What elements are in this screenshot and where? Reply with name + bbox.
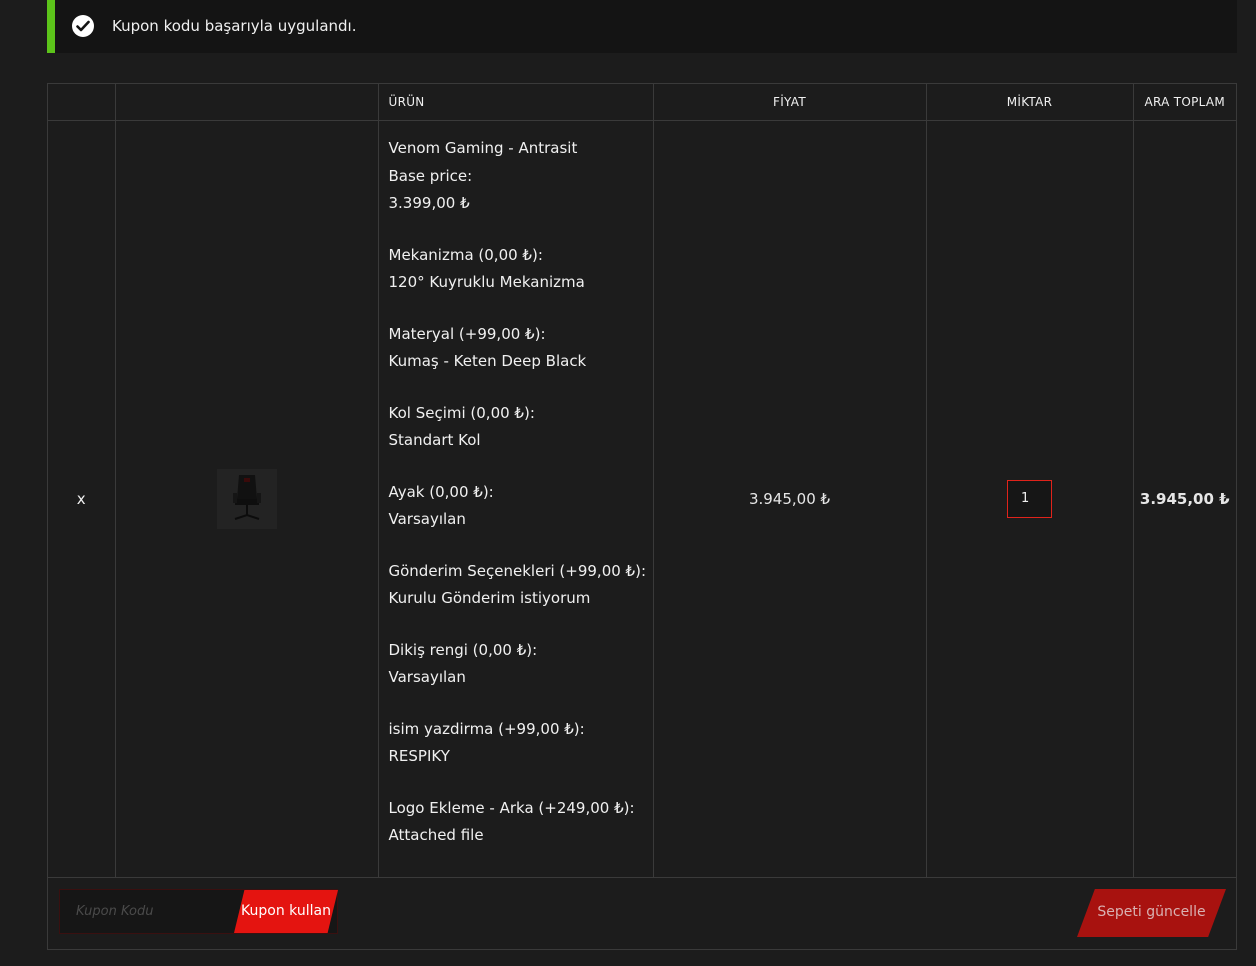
option-value: Kurulu Gönderim istiyorum (388, 589, 591, 607)
option-value: RESPIKY (388, 747, 450, 765)
option-ayak: Ayak (0,00 ₺): Varsayılan (389, 479, 653, 534)
apply-coupon-button[interactable]: Kupon kullan (234, 890, 338, 933)
option-gonderim: Gönderim Seçenekleri (+99,00 ₺): Kurulu … (389, 558, 653, 613)
item-subtotal: 3.945,00 ₺ (1133, 120, 1236, 878)
option-dikis-rengi: Dikiş rengi (0,00 ₺): Varsayılan (389, 637, 653, 692)
thumbnail-cell (115, 120, 379, 878)
cart-actions: Kupon Kodu Kupon kullan Sepeti güncelle (48, 878, 1236, 948)
remove-item-button[interactable]: x (48, 120, 116, 878)
product-name[interactable]: Venom Gaming - Antrasit (389, 135, 653, 163)
option-label: Mekanizma (0,00 ₺): (388, 245, 543, 264)
table-row: x Venom Gaming - Antrasit Base price: 3.… (48, 120, 1236, 878)
table-header-row: ÜRÜN FİYAT MİKTAR ARA TOPLAM (48, 84, 1236, 121)
gaming-chair-image (216, 469, 277, 529)
option-value[interactable]: Attached file (389, 822, 653, 850)
header-remove (48, 84, 116, 121)
option-base-price: Base price: 3.399,00 ₺ (389, 163, 653, 218)
option-value: Standart Kol (388, 431, 481, 449)
header-product: ÜRÜN (378, 84, 654, 121)
item-price: 3.945,00 ₺ (653, 120, 927, 878)
cart-table: ÜRÜN FİYAT MİKTAR ARA TOPLAM x Venom Gam… (48, 84, 1236, 878)
option-materyal: Materyal (+99,00 ₺): Kumaş - Keten Deep … (389, 321, 653, 376)
quantity-cell: 1 (926, 120, 1134, 878)
option-value: 3.399,00 ₺ (388, 194, 470, 212)
option-label: isim yazdirma (+99,00 ₺): (388, 719, 585, 738)
option-value: Kumaş - Keten Deep Black (388, 352, 587, 370)
success-notice: Kupon kodu başarıyla uygulandı. (47, 0, 1237, 53)
notice-message: Kupon kodu başarıyla uygulandı. (112, 17, 357, 35)
coupon-form: Kupon Kodu Kupon kullan (59, 889, 338, 934)
option-isim-yazdirma: isim yazdirma (+99,00 ₺): RESPIKY (389, 716, 653, 771)
option-label: Logo Ekleme - Arka (+249,00 ₺): (388, 798, 635, 817)
option-value: Varsayılan (388, 510, 466, 528)
product-details: Venom Gaming - Antrasit Base price: 3.39… (378, 120, 654, 878)
option-label: Materyal (+99,00 ₺): (388, 324, 546, 343)
option-label: Ayak (0,00 ₺): (388, 482, 494, 501)
check-circle-icon (72, 15, 94, 37)
header-price: FİYAT (653, 84, 927, 121)
option-logo-ekleme: Logo Ekleme - Arka (+249,00 ₺): Attached… (389, 795, 653, 850)
option-label: Dikiş rengi (0,00 ₺): (388, 640, 538, 659)
header-subtotal: ARA TOPLAM (1133, 84, 1236, 121)
update-cart-button[interactable]: Sepeti güncelle (1077, 889, 1226, 937)
cart-table-wrapper: ÜRÜN FİYAT MİKTAR ARA TOPLAM x Venom Gam… (47, 83, 1237, 950)
header-quantity: MİKTAR (926, 84, 1134, 121)
option-value: Varsayılan (388, 668, 466, 686)
product-thumbnail[interactable] (216, 469, 277, 529)
option-label: Gönderim Seçenekleri (+99,00 ₺): (388, 561, 647, 580)
coupon-code-input[interactable]: Kupon Kodu (76, 904, 154, 919)
option-label: Kol Seçimi (0,00 ₺): (388, 403, 535, 422)
option-kol-secimi: Kol Seçimi (0,00 ₺): Standart Kol (389, 400, 653, 455)
option-value: 120° Kuyruklu Mekanizma (388, 273, 585, 291)
header-thumbnail (115, 84, 379, 121)
option-mekanizma: Mekanizma (0,00 ₺): 120° Kuyruklu Mekani… (389, 242, 653, 297)
quantity-input[interactable]: 1 (1007, 480, 1052, 518)
option-label: Base price: (388, 166, 473, 185)
